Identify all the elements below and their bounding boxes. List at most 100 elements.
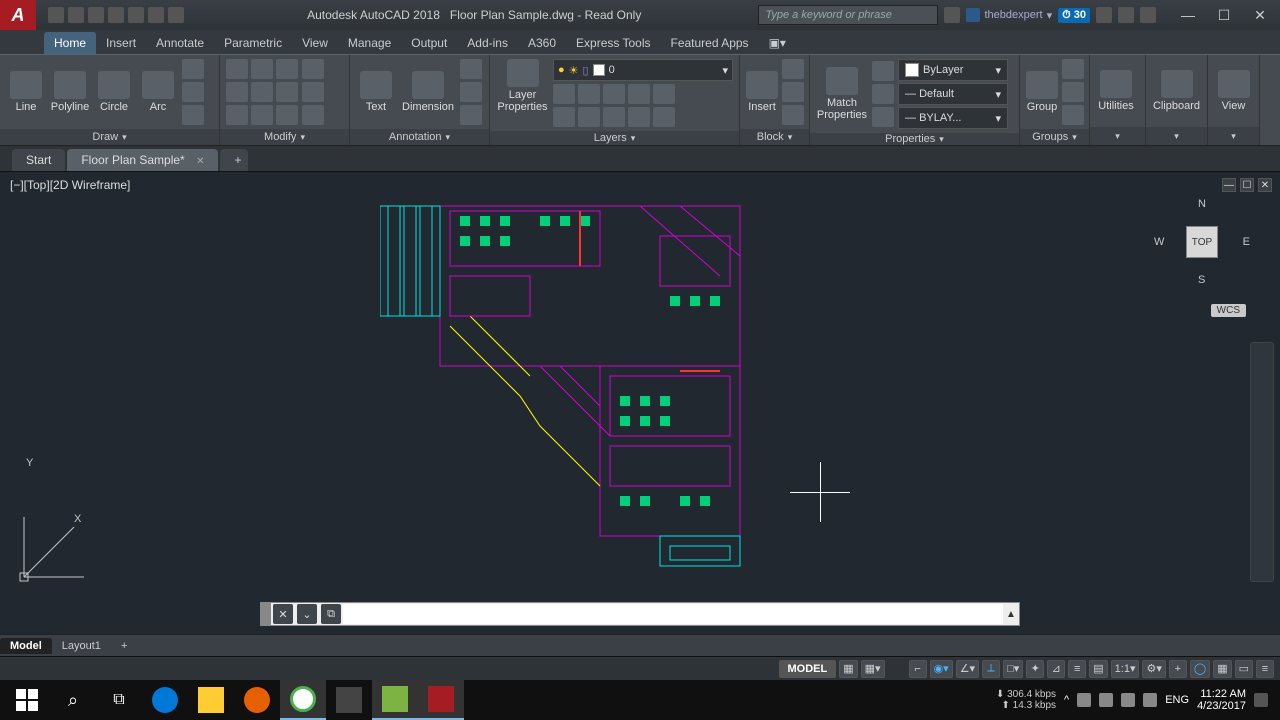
filetab-add[interactable]: + [220,149,248,171]
minimize-button[interactable]: — [1174,5,1202,25]
viewport-maximize-icon[interactable]: ☐ [1240,178,1254,192]
panel-title-utilities[interactable] [1090,127,1145,145]
navigation-bar[interactable] [1250,342,1274,582]
taskbar-chrome[interactable] [280,680,326,720]
panel-title-annotation[interactable]: Annotation [350,129,489,145]
arc-button[interactable]: Arc [138,71,178,113]
tray-network-icon[interactable] [1099,693,1113,707]
move-icon[interactable] [226,59,248,79]
qat-save-icon[interactable] [88,7,104,23]
circle-button[interactable]: Circle [94,71,134,113]
taskbar-firefox[interactable] [234,680,280,720]
props-tool-icon[interactable] [872,107,894,127]
status-transparency-icon[interactable]: ▤ [1089,660,1107,678]
taskbar-camtasia[interactable] [372,680,418,720]
lineweight-dropdown[interactable]: — Default▾ [898,83,1008,105]
ribbon-appearance-icon[interactable]: ▣▾ [759,32,796,54]
group-button[interactable]: Group [1026,71,1058,113]
qat-undo-icon[interactable] [148,7,164,23]
linetype-dropdown[interactable]: — BYLAY...▾ [898,107,1008,129]
layer-tool-icon[interactable] [628,84,650,104]
cmdline-recent-icon[interactable]: ▲ [1003,609,1019,620]
draw-tool-icon[interactable] [182,82,204,102]
tab-insert[interactable]: Insert [96,32,146,54]
tab-manage[interactable]: Manage [338,32,401,54]
polyline-button[interactable]: Polyline [50,71,90,113]
help-icon[interactable] [1140,7,1156,23]
status-infer-icon[interactable]: ⌐ [909,660,927,678]
tab-view[interactable]: View [292,32,338,54]
props-tool-icon[interactable] [872,61,894,81]
status-polar-icon[interactable]: ⟂ [982,660,1000,678]
tray-language[interactable]: ENG [1165,694,1189,706]
status-grid-icon[interactable]: ▦ [839,660,857,678]
status-isolate-icon[interactable]: ◯ [1190,660,1210,678]
stay-connected-icon[interactable] [1118,7,1134,23]
dimension-button[interactable]: Dimension [400,71,456,113]
status-plus-icon[interactable]: + [1169,660,1187,678]
status-ortho-icon[interactable]: ∠▾ [956,660,979,678]
view-button[interactable]: View [1214,70,1253,112]
app-logo[interactable]: A [0,0,36,30]
status-snap-icon[interactable]: ▦▾ [861,660,885,678]
tray-battery-icon[interactable] [1143,693,1157,707]
tab-parametric[interactable]: Parametric [214,32,292,54]
tab-output[interactable]: Output [401,32,457,54]
wcs-label[interactable]: WCS [1211,304,1246,317]
trial-badge[interactable]: ⏱ 30 [1058,8,1090,23]
fillet-icon[interactable] [276,82,298,102]
viewcube[interactable]: N S E W TOP [1152,192,1252,292]
cmdline-customize-icon[interactable]: ⌄ [297,604,317,624]
filetab-close-icon[interactable]: ✕ [196,156,204,167]
drawing-canvas[interactable]: [−][Top][2D Wireframe] — ☐ ✕ N S E W TOP… [0,172,1280,634]
qat-saveas-icon[interactable] [108,7,124,23]
draw-tool-icon[interactable] [182,59,204,79]
group-tool-icon[interactable] [1062,82,1084,102]
tray-notifications-icon[interactable] [1254,693,1268,707]
layer-tool-icon[interactable] [603,84,625,104]
layer-tool-icon[interactable] [578,84,600,104]
tray-chevron-icon[interactable]: ^ [1064,694,1069,706]
trim-icon[interactable] [276,59,298,79]
tab-a360[interactable]: A360 [518,32,566,54]
taskbar-explorer[interactable] [188,680,234,720]
modify-tool-icon[interactable] [302,82,324,102]
tab-add-layout[interactable]: + [111,638,131,654]
layer-tool-icon[interactable] [553,84,575,104]
qat-open-icon[interactable] [68,7,84,23]
layer-tool-icon[interactable] [553,107,575,127]
tab-model[interactable]: Model [0,638,52,654]
viewport-label[interactable]: [−][Top][2D Wireframe] [10,178,130,192]
panel-title-block[interactable]: Block [740,129,809,145]
group-tool-icon[interactable] [1062,59,1084,79]
tab-addins[interactable]: Add-ins [457,32,518,54]
viewcube-n[interactable]: N [1198,198,1206,210]
viewport-minimize-icon[interactable]: — [1222,178,1236,192]
layer-tool-icon[interactable] [653,84,675,104]
panel-title-view[interactable] [1208,127,1259,145]
panel-title-modify[interactable]: Modify [220,129,349,145]
mirror-icon[interactable] [251,82,273,102]
stretch-icon[interactable] [226,105,248,125]
qat-redo-icon[interactable] [168,7,184,23]
rotate-icon[interactable] [251,59,273,79]
tab-home[interactable]: Home [44,32,96,54]
match-properties-button[interactable]: Match Properties [816,67,868,121]
block-tool-icon[interactable] [782,105,804,125]
block-tool-icon[interactable] [782,59,804,79]
copy-icon[interactable] [226,82,248,102]
modify-tool-icon[interactable] [302,59,324,79]
panel-title-clipboard[interactable] [1146,127,1207,145]
layer-tool-icon[interactable] [628,107,650,127]
panel-title-groups[interactable]: Groups [1020,129,1089,145]
layer-properties-button[interactable]: Layer Properties [496,59,549,113]
status-osnap-icon[interactable]: □▾ [1003,660,1023,678]
text-button[interactable]: Text [356,71,396,113]
qat-new-icon[interactable] [48,7,64,23]
status-clean-icon[interactable]: ▭ [1235,660,1253,678]
layer-tool-icon[interactable] [653,107,675,127]
signin-menu[interactable]: thebdexpert ▾ [966,8,1052,22]
status-hardware-icon[interactable]: ▦ [1213,660,1231,678]
status-gear-icon[interactable]: ⚙▾ [1142,660,1165,678]
array-icon[interactable] [276,105,298,125]
